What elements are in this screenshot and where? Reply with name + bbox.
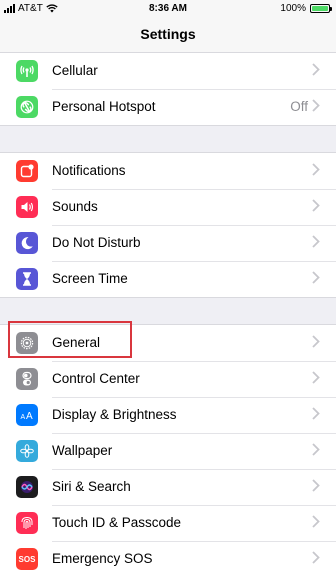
chevron-right-icon [312, 271, 322, 285]
hourglass-icon [16, 268, 38, 290]
hotspot-icon [16, 96, 38, 118]
toggles-icon [16, 368, 38, 390]
chevron-right-icon [312, 443, 322, 457]
settings-row-label: Screen Time [52, 271, 128, 286]
settings-row-sounds[interactable]: Sounds [0, 189, 336, 225]
settings-row-control-center[interactable]: Control Center [0, 361, 336, 397]
settings-row-screen-time[interactable]: Screen Time [0, 261, 336, 297]
settings-row-label: Wallpaper [52, 443, 113, 458]
settings-row-label: Sounds [52, 199, 98, 214]
settings-group-network: Cellular Personal Hotspot Off [0, 52, 336, 126]
notifications-icon [16, 160, 38, 182]
fingerprint-icon [16, 512, 38, 534]
chevron-right-icon [312, 551, 322, 565]
settings-group-notifications: Notifications Sounds Do Not Disturb Scre… [0, 152, 336, 298]
navigation-bar: Settings [0, 20, 336, 52]
settings-row-label: General [52, 335, 101, 350]
page-title: Settings [140, 26, 196, 42]
battery-fill [312, 6, 328, 11]
settings-row-label: Touch ID & Passcode [52, 515, 182, 530]
status-right: 100% [280, 3, 332, 14]
text-size-icon: AA [16, 404, 38, 426]
siri-icon [16, 476, 38, 498]
chevron-right-icon [312, 479, 322, 493]
settings-row-personal-hotspot[interactable]: Personal Hotspot Off [0, 89, 336, 125]
flower-icon [16, 440, 38, 462]
settings-row-notifications[interactable]: Notifications [0, 153, 336, 189]
moon-icon [16, 232, 38, 254]
status-bar: AT&T 8:36 AM 100% [0, 0, 336, 20]
settings-row-label: Do Not Disturb [52, 235, 141, 250]
settings-group-device: General Control Center AA Display & Brig… [0, 324, 336, 577]
chevron-right-icon [312, 407, 322, 421]
svg-text:A: A [26, 411, 33, 422]
settings-row-cellular[interactable]: Cellular [0, 53, 336, 89]
sos-icon: SOS [16, 548, 38, 570]
settings-row-siri-search[interactable]: Siri & Search [0, 469, 336, 505]
settings-row-label: Siri & Search [52, 479, 131, 494]
chevron-right-icon [312, 163, 322, 177]
settings-row-do-not-disturb[interactable]: Do Not Disturb [0, 225, 336, 261]
settings-row-display-brightness[interactable]: AA Display & Brightness [0, 397, 336, 433]
chevron-right-icon [312, 335, 322, 349]
settings-row-label: Notifications [52, 163, 126, 178]
settings-row-label: Display & Brightness [52, 407, 177, 422]
settings-row-touch-id-passcode[interactable]: Touch ID & Passcode [0, 505, 336, 541]
chevron-right-icon [312, 63, 322, 77]
chevron-right-icon [312, 515, 322, 529]
battery-percent: 100% [280, 3, 306, 14]
battery-icon [310, 4, 332, 13]
cellular-icon [16, 60, 38, 82]
settings-row-label: Cellular [52, 63, 98, 78]
settings-row-label: Control Center [52, 371, 140, 386]
svg-text:A: A [21, 414, 26, 421]
settings-row-wallpaper[interactable]: Wallpaper [0, 433, 336, 469]
settings-row-emergency-sos[interactable]: SOS Emergency SOS [0, 541, 336, 577]
hotspot-status-value: Off [290, 99, 308, 114]
chevron-right-icon [312, 99, 322, 113]
sos-icon-text: SOS [18, 554, 36, 564]
settings-row-general[interactable]: General [0, 325, 336, 361]
chevron-right-icon [312, 235, 322, 249]
gear-icon [16, 332, 38, 354]
chevron-right-icon [312, 199, 322, 213]
speaker-icon [16, 196, 38, 218]
settings-row-label: Personal Hotspot [52, 99, 156, 114]
settings-row-label: Emergency SOS [52, 551, 153, 566]
chevron-right-icon [312, 371, 322, 385]
